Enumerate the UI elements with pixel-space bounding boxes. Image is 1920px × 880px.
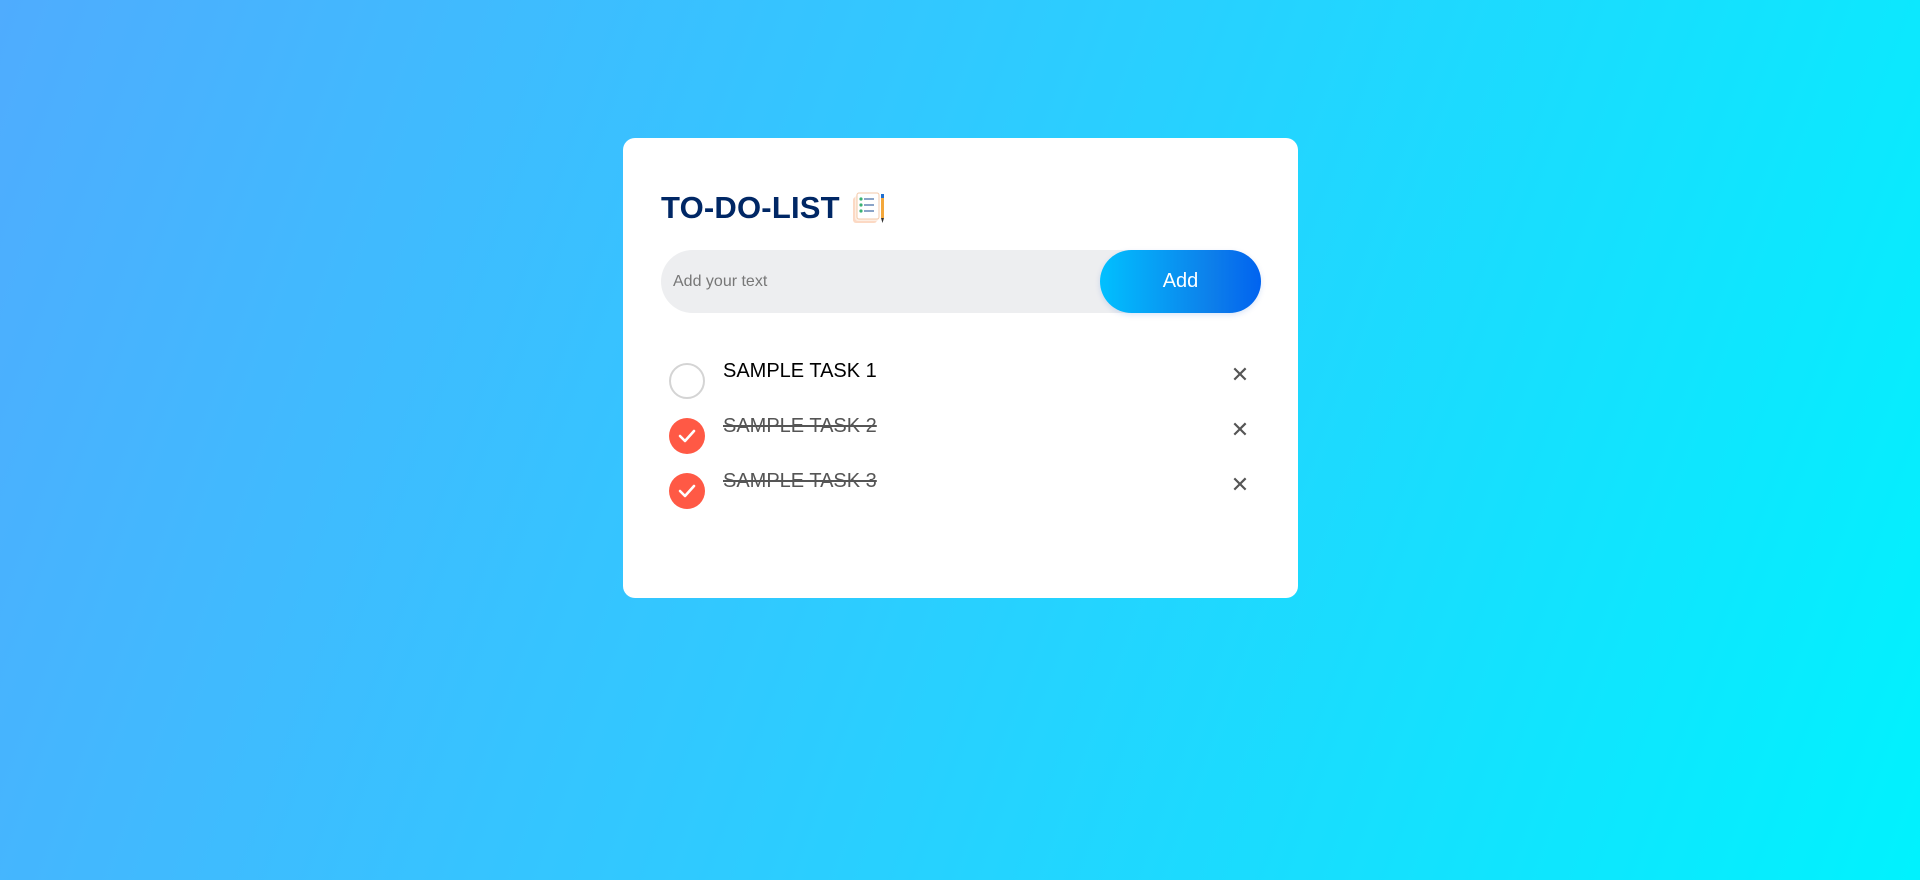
add-button[interactable]: Add (1100, 250, 1261, 313)
task-item[interactable]: SAMPLE TASK 3 ✕ (661, 463, 1261, 518)
add-task-row: Add (661, 249, 1261, 314)
close-icon[interactable]: ✕ (1227, 363, 1253, 389)
close-icon[interactable]: ✕ (1227, 418, 1253, 444)
task-item[interactable]: SAMPLE TASK 1 ✕ (661, 353, 1261, 408)
notepad-icon (852, 192, 886, 224)
checkmark-icon (678, 429, 696, 443)
task-checkbox-checked[interactable] (669, 418, 705, 454)
todo-card: TO-DO-LIST Add SAMPLE TASK (623, 138, 1298, 598)
task-checkbox[interactable] (669, 363, 705, 399)
task-text: SAMPLE TASK 2 (723, 415, 877, 437)
page-title: TO-DO-LIST (661, 190, 840, 225)
task-checkbox-checked[interactable] (669, 473, 705, 509)
close-icon[interactable]: ✕ (1227, 473, 1253, 499)
task-input[interactable] (661, 249, 1100, 314)
task-text: SAMPLE TASK 1 (723, 360, 877, 382)
checkmark-icon (678, 484, 696, 498)
header: TO-DO-LIST (661, 188, 1260, 228)
task-list: SAMPLE TASK 1 ✕ SAMPLE TASK 2 ✕ SAMPLE T… (661, 353, 1261, 518)
task-item[interactable]: SAMPLE TASK 2 ✕ (661, 408, 1261, 463)
task-text: SAMPLE TASK 3 (723, 470, 877, 492)
